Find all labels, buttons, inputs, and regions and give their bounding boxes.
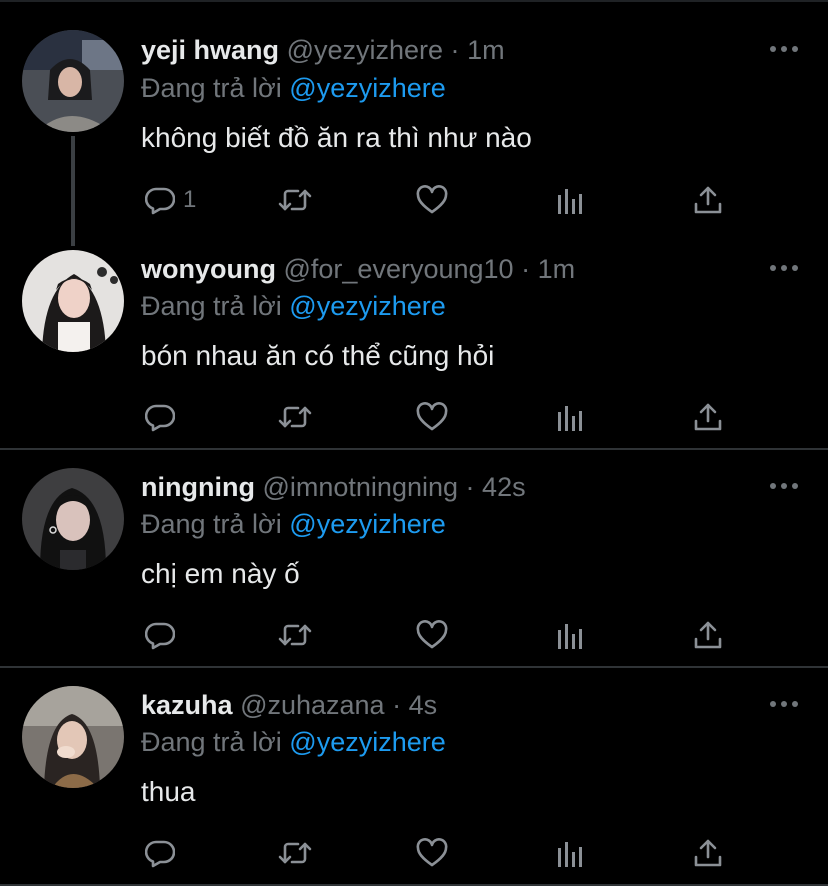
author-handle[interactable]: @yezyizhere bbox=[287, 35, 443, 65]
avatar[interactable] bbox=[22, 686, 124, 788]
retweet-button[interactable] bbox=[277, 836, 313, 870]
timestamp[interactable]: 4s bbox=[409, 690, 438, 720]
more-icon[interactable] bbox=[770, 483, 798, 493]
analytics-button[interactable] bbox=[556, 400, 584, 434]
timestamp[interactable]: 1m bbox=[467, 35, 505, 65]
action-bar bbox=[141, 618, 741, 652]
author-handle[interactable]: @for_everyoung10 bbox=[284, 254, 514, 284]
replying-to-mention[interactable]: @yezyizhere bbox=[289, 73, 445, 103]
more-icon[interactable] bbox=[770, 265, 798, 275]
author-name[interactable]: wonyoung bbox=[141, 254, 276, 284]
share-icon bbox=[694, 403, 722, 431]
separator: · bbox=[392, 690, 402, 720]
replying-to-mention[interactable]: @yezyizhere bbox=[289, 727, 445, 757]
action-bar: 1 bbox=[141, 183, 741, 217]
author-handle[interactable]: @zuhazana bbox=[240, 690, 385, 720]
more-icon[interactable] bbox=[770, 701, 798, 711]
author-name[interactable]: ningning bbox=[141, 472, 255, 502]
separator: · bbox=[450, 35, 460, 65]
avatar[interactable] bbox=[22, 468, 124, 570]
share-button[interactable] bbox=[693, 618, 723, 652]
retweet-icon bbox=[278, 842, 312, 864]
reply-icon bbox=[145, 840, 175, 868]
divider bbox=[0, 666, 828, 668]
replying-to: Đang trả lời @yezyizhere bbox=[141, 508, 446, 540]
tweet-header: ningning @imnotningning · 42s bbox=[141, 471, 526, 503]
like-icon bbox=[416, 620, 448, 649]
replying-to-label: Đang trả lời bbox=[141, 291, 282, 321]
tweet-text: thua bbox=[141, 776, 196, 807]
like-icon bbox=[416, 838, 448, 867]
action-bar bbox=[141, 400, 741, 434]
top-border bbox=[0, 0, 828, 2]
reply-button[interactable] bbox=[145, 836, 183, 870]
analytics-button[interactable] bbox=[556, 183, 584, 217]
tweet-header: wonyoung @for_everyoung10 · 1m bbox=[141, 253, 575, 285]
replying-to: Đang trả lời @yezyizhere bbox=[141, 72, 446, 104]
replying-to: Đang trả lời @yezyizhere bbox=[141, 290, 446, 322]
tweet-text: chị em này ố bbox=[141, 558, 300, 589]
retweet-button[interactable] bbox=[277, 183, 313, 217]
like-button[interactable] bbox=[416, 183, 448, 217]
tweet-header: kazuha @zuhazana · 4s bbox=[141, 689, 437, 721]
separator: · bbox=[521, 254, 531, 284]
reply-icon bbox=[145, 404, 175, 432]
more-icon[interactable] bbox=[770, 46, 798, 56]
share-icon bbox=[694, 621, 722, 649]
analytics-icon bbox=[558, 624, 582, 649]
timestamp[interactable]: 42s bbox=[482, 472, 526, 502]
share-button[interactable] bbox=[693, 400, 723, 434]
share-icon bbox=[694, 839, 722, 867]
retweet-icon bbox=[278, 624, 312, 646]
share-button[interactable] bbox=[693, 183, 723, 217]
tweet-header: yeji hwang @yezyizhere · 1m bbox=[141, 34, 505, 66]
analytics-button[interactable] bbox=[556, 836, 584, 870]
avatar[interactable] bbox=[22, 250, 124, 352]
replying-to-mention[interactable]: @yezyizhere bbox=[289, 509, 445, 539]
like-icon bbox=[416, 185, 448, 214]
like-button[interactable] bbox=[416, 836, 448, 870]
reply-button[interactable] bbox=[145, 400, 183, 434]
author-name[interactable]: kazuha bbox=[141, 690, 233, 720]
author-handle[interactable]: @imnotningning bbox=[262, 472, 458, 502]
replying-to-label: Đang trả lời bbox=[141, 727, 282, 757]
avatar[interactable] bbox=[22, 30, 124, 132]
analytics-icon bbox=[558, 406, 582, 431]
analytics-icon bbox=[558, 842, 582, 867]
retweet-icon bbox=[278, 189, 312, 211]
author-name[interactable]: yeji hwang bbox=[141, 35, 279, 65]
timestamp[interactable]: 1m bbox=[538, 254, 576, 284]
replying-to: Đang trả lời @yezyizhere bbox=[141, 726, 446, 758]
reply-icon bbox=[145, 622, 175, 650]
share-button[interactable] bbox=[693, 836, 723, 870]
share-icon bbox=[694, 186, 722, 214]
retweet-button[interactable] bbox=[277, 618, 313, 652]
reply-count: 1 bbox=[183, 186, 197, 213]
thread-line bbox=[71, 136, 75, 246]
reply-button[interactable] bbox=[145, 618, 183, 652]
analytics-button[interactable] bbox=[556, 618, 584, 652]
replying-to-label: Đang trả lời bbox=[141, 509, 282, 539]
tweet-text: không biết đồ ăn ra thì như nào bbox=[141, 122, 532, 153]
like-button[interactable] bbox=[416, 618, 448, 652]
replying-to-label: Đang trả lời bbox=[141, 73, 282, 103]
reply-icon bbox=[145, 187, 175, 215]
reply-button[interactable]: 1 bbox=[145, 183, 196, 217]
divider bbox=[0, 448, 828, 450]
retweet-button[interactable] bbox=[277, 400, 313, 434]
analytics-icon bbox=[558, 189, 582, 214]
like-button[interactable] bbox=[416, 400, 448, 434]
replying-to-mention[interactable]: @yezyizhere bbox=[289, 291, 445, 321]
action-bar bbox=[141, 836, 741, 870]
retweet-icon bbox=[278, 406, 312, 428]
tweet-text: bón nhau ăn có thể cũng hỏi bbox=[141, 340, 495, 371]
separator: · bbox=[465, 472, 475, 502]
like-icon bbox=[416, 402, 448, 431]
